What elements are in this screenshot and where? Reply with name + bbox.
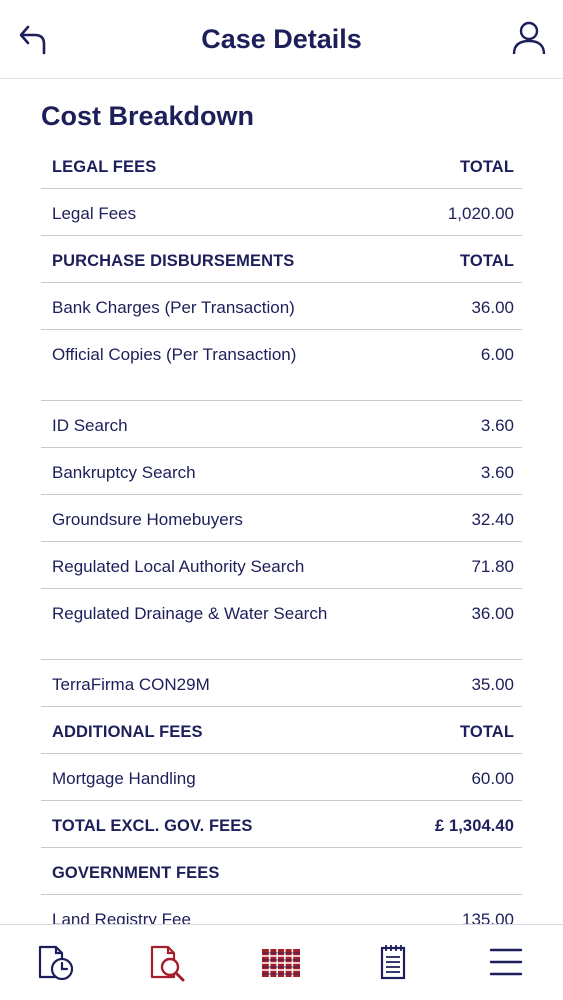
row-label: PURCHASE DISBURSEMENTS: [52, 252, 295, 270]
bottom-tab-bar: [0, 924, 563, 1000]
page-title: Case Details: [201, 24, 362, 54]
table-row: Bankruptcy Search 3.60: [41, 448, 522, 495]
row-value: 35.00: [471, 675, 514, 694]
row-value: TOTAL: [460, 252, 514, 270]
notepad-icon: [370, 945, 416, 987]
table-row: Regulated Local Authority Search 71.80: [41, 542, 522, 589]
row-label: LEGAL FEES: [52, 158, 157, 176]
row-label: Bankruptcy Search: [52, 463, 196, 482]
cost-table: LEGAL FEES TOTAL Legal Fees 1,020.00 PURCHAS…: [41, 142, 522, 942]
row-value: 36.00: [471, 298, 514, 317]
row-label: TOTAL EXCL. GOV. FEES: [52, 817, 253, 835]
cost-breakdown-section: Cost Breakdown LEGAL FEES TOTAL Legal Fees…: [41, 96, 522, 942]
row-label: Bank Charges (Per Transaction): [52, 298, 295, 317]
table-row: Legal Fees 1,020.00: [41, 189, 522, 236]
row-value: 60.00: [471, 769, 514, 788]
table-row: Official Copies (Per Transaction) 6.00: [41, 330, 522, 401]
row-value: 71.80: [471, 557, 514, 576]
tab-notes[interactable]: [370, 941, 416, 983]
table-row: Groundsure Homebuyers 32.40: [41, 495, 522, 542]
table-section-header: GOVERNMENT FEES: [41, 848, 522, 895]
menu-icon: [483, 948, 529, 987]
table-row: TerraFirma CON29M 35.00: [41, 660, 522, 707]
row-label: Official Copies (Per Transaction): [52, 345, 297, 364]
row-label: ID Search: [52, 416, 128, 435]
table-row: Mortgage Handling 60.00: [41, 754, 522, 801]
tab-documents-search[interactable]: [146, 941, 192, 983]
tab-menu[interactable]: [483, 941, 529, 983]
app-header: Case Details: [0, 0, 563, 79]
row-label: Regulated Local Authority Search: [52, 557, 305, 576]
row-value: £ 1,304.40: [435, 817, 514, 835]
row-value: 1,020.00: [447, 204, 514, 223]
user-icon[interactable]: [511, 18, 547, 58]
row-value: 3.60: [480, 463, 514, 482]
table-section-header: LEGAL FEES TOTAL: [41, 142, 522, 189]
document-search-icon: [146, 945, 192, 987]
table-row: Bank Charges (Per Transaction) 36.00: [41, 283, 522, 330]
row-value: 3.60: [480, 416, 514, 435]
row-value: TOTAL: [460, 158, 514, 176]
grid-icon: [258, 949, 304, 987]
row-label: TerraFirma CON29M: [52, 675, 210, 694]
row-label: Mortgage Handling: [52, 769, 196, 788]
tab-cost-breakdown[interactable]: [258, 941, 304, 983]
row-value: 36.00: [471, 604, 514, 623]
row-label: Regulated Drainage & Water Search: [52, 604, 328, 623]
tab-case-timeline[interactable]: [34, 941, 80, 983]
table-section-header: PURCHASE DISBURSEMENTS TOTAL: [41, 236, 522, 283]
document-clock-icon: [34, 945, 80, 987]
row-label: Legal Fees: [52, 204, 137, 223]
table-section-header: ADDITIONAL FEES TOTAL: [41, 707, 522, 754]
table-row: Regulated Drainage & Water Search 36.00: [41, 589, 522, 660]
row-value: 32.40: [471, 510, 514, 529]
row-label: GOVERNMENT FEES: [52, 864, 220, 882]
table-total-row: TOTAL EXCL. GOV. FEES £ 1,304.40: [41, 801, 522, 848]
row-label: ADDITIONAL FEES: [52, 723, 203, 741]
row-label: Groundsure Homebuyers: [52, 510, 243, 529]
section-title: Cost Breakdown: [41, 101, 255, 131]
table-row: ID Search 3.60: [41, 401, 522, 448]
row-value: TOTAL: [460, 723, 514, 741]
row-value: 6.00: [480, 345, 514, 364]
